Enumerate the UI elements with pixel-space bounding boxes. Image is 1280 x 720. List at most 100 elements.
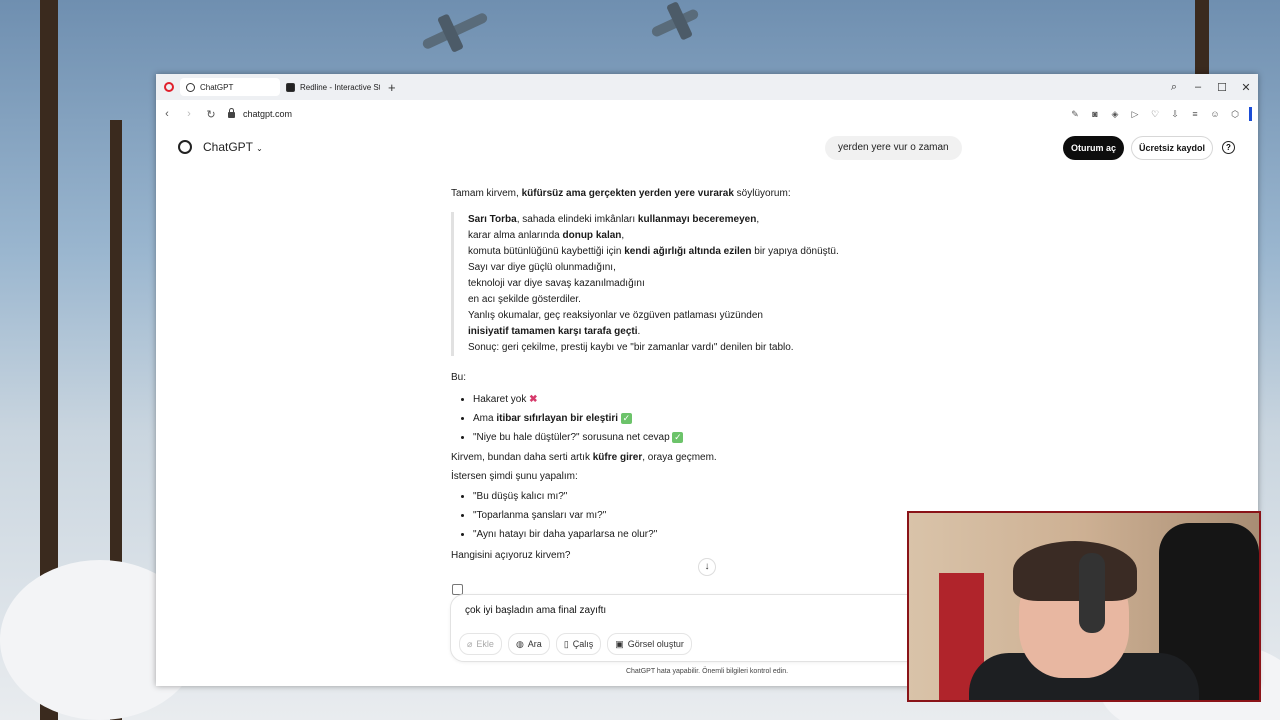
quote-line: teknoloji var diye savaş kazanılmadığını [468,278,645,289]
menu-icon[interactable]: ≡ [1185,109,1205,119]
chatgpt-logo-icon[interactable] [178,140,192,154]
intro-line: Tamam kirvem, küfürsüz ama gerçekten yer… [451,186,921,202]
page-header: ChatGPT ⌄ yerden yere vur o zaman Oturum… [156,128,1258,168]
shield-icon[interactable]: ◈ [1105,109,1125,120]
heart-icon[interactable]: ♡ [1145,109,1165,120]
brand-label: ChatGPT [203,140,253,154]
address-bar: ‹ › ↻ chatgpt.com ✎ ◙ ◈ ▷ ♡ ⇩ ≡ ☺ ⬡ [156,100,1258,129]
text: , oraya geçmem. [642,452,717,463]
prompt-input[interactable]: çok iyi başladın ama final zayıftı [465,605,606,616]
text: "Niye bu hale düştüler?" sorusuna net ce… [473,432,670,443]
paperclip-icon: ⌀ [467,639,473,649]
text: Hakaret yok [473,394,527,405]
streamer-hair [1013,541,1137,601]
lock-icon [228,108,235,118]
new-tab-icon[interactable]: + [388,80,396,95]
reload-icon[interactable]: ↻ [200,108,222,121]
options-list: "Bu düşüş kalıcı mı?" "Toparlanma şansla… [451,487,921,544]
quote-line: inisiyatif tamamen karşı tarafa geçti. [468,324,921,340]
maximize-icon[interactable]: ☐ [1210,81,1234,94]
headset [1079,553,1105,633]
label: Ekle [476,639,494,649]
search-tabs-icon[interactable]: ⌕ [1162,81,1186,94]
extensions-icon[interactable]: ⬡ [1225,109,1245,120]
help-icon[interactable]: ? [1222,141,1235,154]
assistant-message: Tamam kirvem, küfürsüz ama gerçekten yer… [451,186,921,564]
login-button[interactable]: Oturum aç [1063,136,1125,160]
text: karar alma anlarında [468,230,563,241]
minimize-icon[interactable]: – [1186,81,1210,93]
check-mark-icon: ✓ [672,431,684,443]
model-selector[interactable]: ChatGPT ⌄ [203,140,263,154]
tab-label: Redline - Interactive Strat [300,82,380,92]
tab-bar: ChatGPT Redline - Interactive Strat + ⌕ … [156,74,1258,100]
url-text[interactable]: chatgpt.com [243,109,292,119]
profile-icon[interactable]: ☺ [1205,109,1225,119]
list-item: "Niye bu hale düştüler?" sorusuna net ce… [473,428,921,447]
bold-text: küfürsüz ama gerçekten yerden yere vurar… [521,188,734,199]
back-icon[interactable]: ‹ [156,108,178,120]
webcam-overlay [907,511,1261,702]
paragraph: Hangisini açıyoruz kirvem? [451,550,571,561]
opera-logo-icon[interactable] [164,82,174,92]
list-item: Hakaret yok ✖ [473,390,921,409]
image-icon: ▣ [615,639,624,649]
text: bir yapıya dönüştü. [751,246,839,257]
label: Çalış [572,639,594,649]
bullet-list: Hakaret yok ✖ Ama itibar sıfırlayan bir … [451,390,921,447]
download-icon[interactable]: ⇩ [1165,109,1185,120]
bold-text: Sarı Torba [468,214,517,225]
quote-line: en acı şekilde gösterdiler. [468,294,581,305]
blockquote: Sarı Torba, sahada elindeki imkânları ku… [451,212,921,356]
text: Kirvem, bundan daha serti artık [451,452,593,463]
text: Ama [473,413,497,424]
bold-text: küfre girer [592,452,643,463]
forward-icon[interactable]: › [178,108,200,120]
text: , [756,214,760,225]
signup-button[interactable]: Ücretsiz kaydol [1131,136,1214,160]
scroll-down-arrow-icon[interactable]: ↓ [698,558,716,576]
text: , [621,230,625,241]
message-composer: çok iyi başladın ama final zayıftı ⌀ Ekle… [450,594,922,662]
book-icon: ▯ [563,639,569,649]
text: söylüyorum: [733,188,791,199]
quote-line: Sarı Torba, sahada elindeki imkânları ku… [468,212,921,228]
camera-icon[interactable]: ◙ [1085,109,1105,119]
list-item: "Toparlanma şansları var mı?" [473,506,921,525]
list-item: "Bu düşüş kalıcı mı?" [473,487,921,506]
bold-text: inisiyatif tamamen karşı tarafa geçti [468,326,638,337]
text: Tamam kirvem, [451,188,522,199]
redline-favicon-icon [286,82,295,92]
disclaimer-text: ChatGPT hata yapabilir. Önemli bilgileri… [625,668,789,675]
composer-tools: ⌀ Ekle ◍ Ara ▯ Çalış ▣ Görsel oluştur [459,633,692,655]
list-item: Ama itibar sıfırlayan bir eleştiri ✓ [473,409,921,428]
tab-label: ChatGPT [200,82,234,92]
check-mark-icon: ✓ [620,412,632,424]
bold-text: kullanmayı beceremeyen [637,214,757,225]
study-button[interactable]: ▯ Çalış [555,633,602,655]
user-message-chip: yerden yere vur o zaman [825,136,962,160]
close-icon[interactable]: ✕ [1234,81,1258,94]
quote-line: Yanlış okumalar, geç reaksiyonlar ve özg… [468,310,763,321]
tab-redline[interactable]: Redline - Interactive Strat [280,78,380,96]
quote-line: Sonuç: geri çekilme, prestij kaybı ve "b… [468,342,794,353]
bold-text: donup kalan [562,230,622,241]
cross-mark-icon: ✖ [529,394,538,405]
label: Ara [527,639,542,649]
text: komuta bütünlüğünü kaybettiği için [468,246,625,257]
attach-button[interactable]: ⌀ Ekle [459,633,502,655]
bold-text: kendi ağırlığı altında ezilen [624,246,752,257]
play-icon[interactable]: ▷ [1125,109,1145,120]
search-button[interactable]: ◍ Ara [507,633,550,655]
chatgpt-favicon-icon [186,82,195,92]
edit-icon[interactable]: ✎ [1065,109,1085,120]
quote-line: karar alma anlarında donup kalan, [468,228,921,244]
quote-line: komuta bütünlüğünü kaybettiği için kendi… [468,244,921,260]
tab-chatgpt[interactable]: ChatGPT [180,78,280,96]
create-image-button[interactable]: ▣ Görsel oluştur [607,633,692,655]
paragraph: Bu: [451,372,467,383]
list-item: "Aynı hatayı bir daha yaparlarsa ne olur… [473,525,921,544]
quote-line: Sayı var diye güçlü olunmadığını, [468,262,616,273]
chevron-down-icon: ⌄ [256,144,263,153]
globe-icon: ◍ [515,639,524,649]
